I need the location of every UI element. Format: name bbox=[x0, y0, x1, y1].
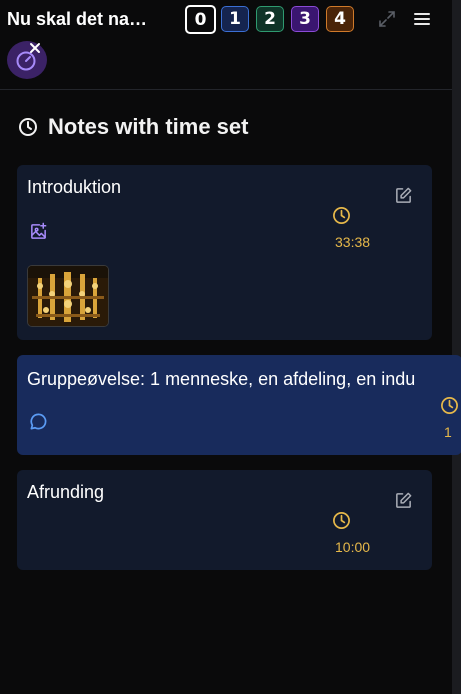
time-icon bbox=[438, 394, 460, 416]
expand-icon[interactable] bbox=[376, 8, 398, 30]
note-card[interactable]: Introduktion 33:38 bbox=[17, 165, 432, 340]
section-title: Notes with time set bbox=[18, 114, 248, 140]
chandelier-image-icon bbox=[28, 266, 108, 326]
image-plus-icon[interactable] bbox=[27, 220, 49, 242]
level-4-button[interactable]: 4 bbox=[326, 6, 354, 32]
note-time: 10:00 bbox=[335, 539, 371, 555]
time-icon bbox=[330, 204, 352, 226]
close-icon[interactable] bbox=[28, 41, 42, 55]
app-title: Nu skal det na… bbox=[7, 9, 148, 29]
note-card-active[interactable]: Gruppeøvelse: 1 menneske, en afdeling, e… bbox=[17, 355, 461, 455]
level-2-button[interactable]: 2 bbox=[256, 6, 284, 32]
edit-icon[interactable] bbox=[392, 489, 414, 511]
timer-button[interactable] bbox=[7, 41, 47, 79]
level-0-button[interactable]: 0 bbox=[185, 5, 216, 34]
section-title-text: Notes with time set bbox=[48, 114, 249, 139]
level-3-button[interactable]: 3 bbox=[291, 6, 319, 32]
menu-icon[interactable] bbox=[411, 8, 433, 30]
note-title: Gruppeøvelse: 1 menneske, en afdeling, e… bbox=[27, 369, 416, 389]
top-bar: Nu skal det na… 0 1 2 3 4 bbox=[0, 0, 452, 40]
time-icon bbox=[330, 509, 352, 531]
comment-icon[interactable] bbox=[27, 410, 49, 432]
header-divider bbox=[0, 89, 452, 90]
note-thumbnail[interactable] bbox=[27, 265, 109, 327]
level-1-button[interactable]: 1 bbox=[221, 6, 249, 32]
edit-icon[interactable] bbox=[392, 184, 414, 206]
note-time: 33:38 bbox=[335, 234, 371, 250]
note-title: Afrunding bbox=[27, 482, 105, 502]
note-time: 1 bbox=[444, 424, 452, 440]
note-card[interactable]: Afrunding 10:00 bbox=[17, 470, 432, 570]
note-title: Introduktion bbox=[27, 177, 122, 197]
scrollbar-thumb[interactable] bbox=[452, 0, 461, 694]
clock-icon bbox=[19, 118, 37, 136]
